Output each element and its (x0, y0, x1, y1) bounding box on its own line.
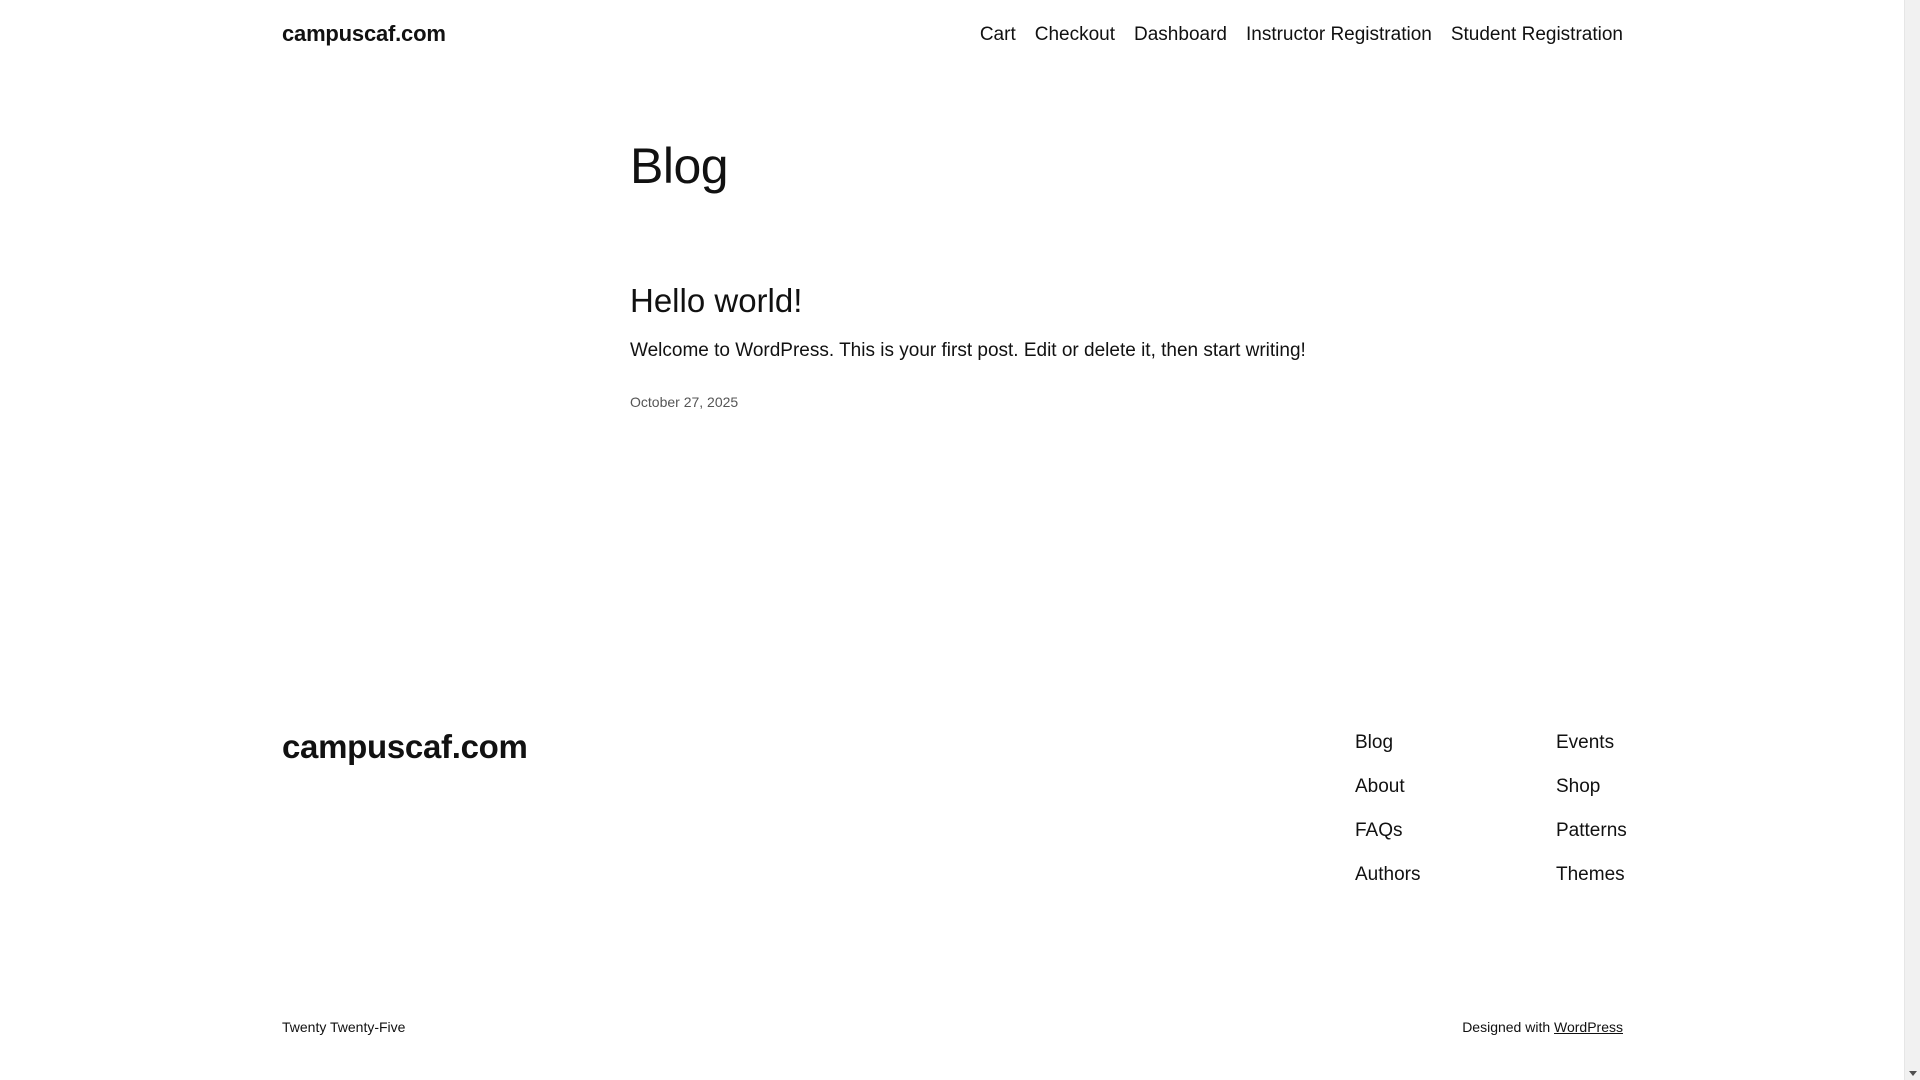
nav-item-instructor-registration[interactable]: Instructor Registration (1246, 24, 1432, 46)
primary-nav: Cart Checkout Dashboard Instructor Regis… (980, 24, 1623, 46)
footer-link-patterns[interactable]: Patterns (1556, 820, 1627, 842)
footer-link-events[interactable]: Events (1556, 732, 1627, 754)
nav-item-checkout[interactable]: Checkout (1035, 24, 1115, 46)
footer-link-blog[interactable]: Blog (1355, 732, 1420, 754)
footer-link-shop[interactable]: Shop (1556, 776, 1627, 798)
footer-link-faqs[interactable]: FAQs (1355, 820, 1420, 842)
footer-link-themes[interactable]: Themes (1556, 864, 1627, 886)
page-title: Blog (630, 138, 729, 194)
post-title: Hello world! (630, 282, 802, 320)
post-date[interactable]: October 27, 2025 (630, 394, 738, 410)
vertical-scrollbar[interactable] (1904, 0, 1920, 1080)
wordpress-link[interactable]: WordPress (1554, 1019, 1623, 1035)
designed-with-credit: Designed with WordPress (1462, 1019, 1623, 1035)
post-title-link[interactable]: Hello world! (630, 282, 802, 319)
post-excerpt: Welcome to WordPress. This is your first… (630, 340, 1306, 361)
nav-item-dashboard[interactable]: Dashboard (1134, 24, 1227, 46)
site-title-link[interactable]: campuscaf.com (282, 21, 446, 47)
footer-site-title-link[interactable]: campuscaf.com (282, 728, 528, 766)
nav-item-cart[interactable]: Cart (980, 24, 1016, 46)
theme-credit: Twenty Twenty-Five (282, 1019, 406, 1035)
footer-nav-column-1: Blog About FAQs Authors (1355, 732, 1420, 886)
footer-link-about[interactable]: About (1355, 776, 1420, 798)
scroll-down-arrow-icon[interactable] (1909, 1071, 1917, 1076)
page: campuscaf.com Cart Checkout Dashboard In… (0, 0, 1905, 1080)
footer-nav-column-2: Events Shop Patterns Themes (1556, 732, 1627, 886)
nav-item-student-registration[interactable]: Student Registration (1451, 24, 1623, 46)
footer-link-authors[interactable]: Authors (1355, 864, 1420, 886)
designed-with-text: Designed with (1462, 1019, 1551, 1035)
